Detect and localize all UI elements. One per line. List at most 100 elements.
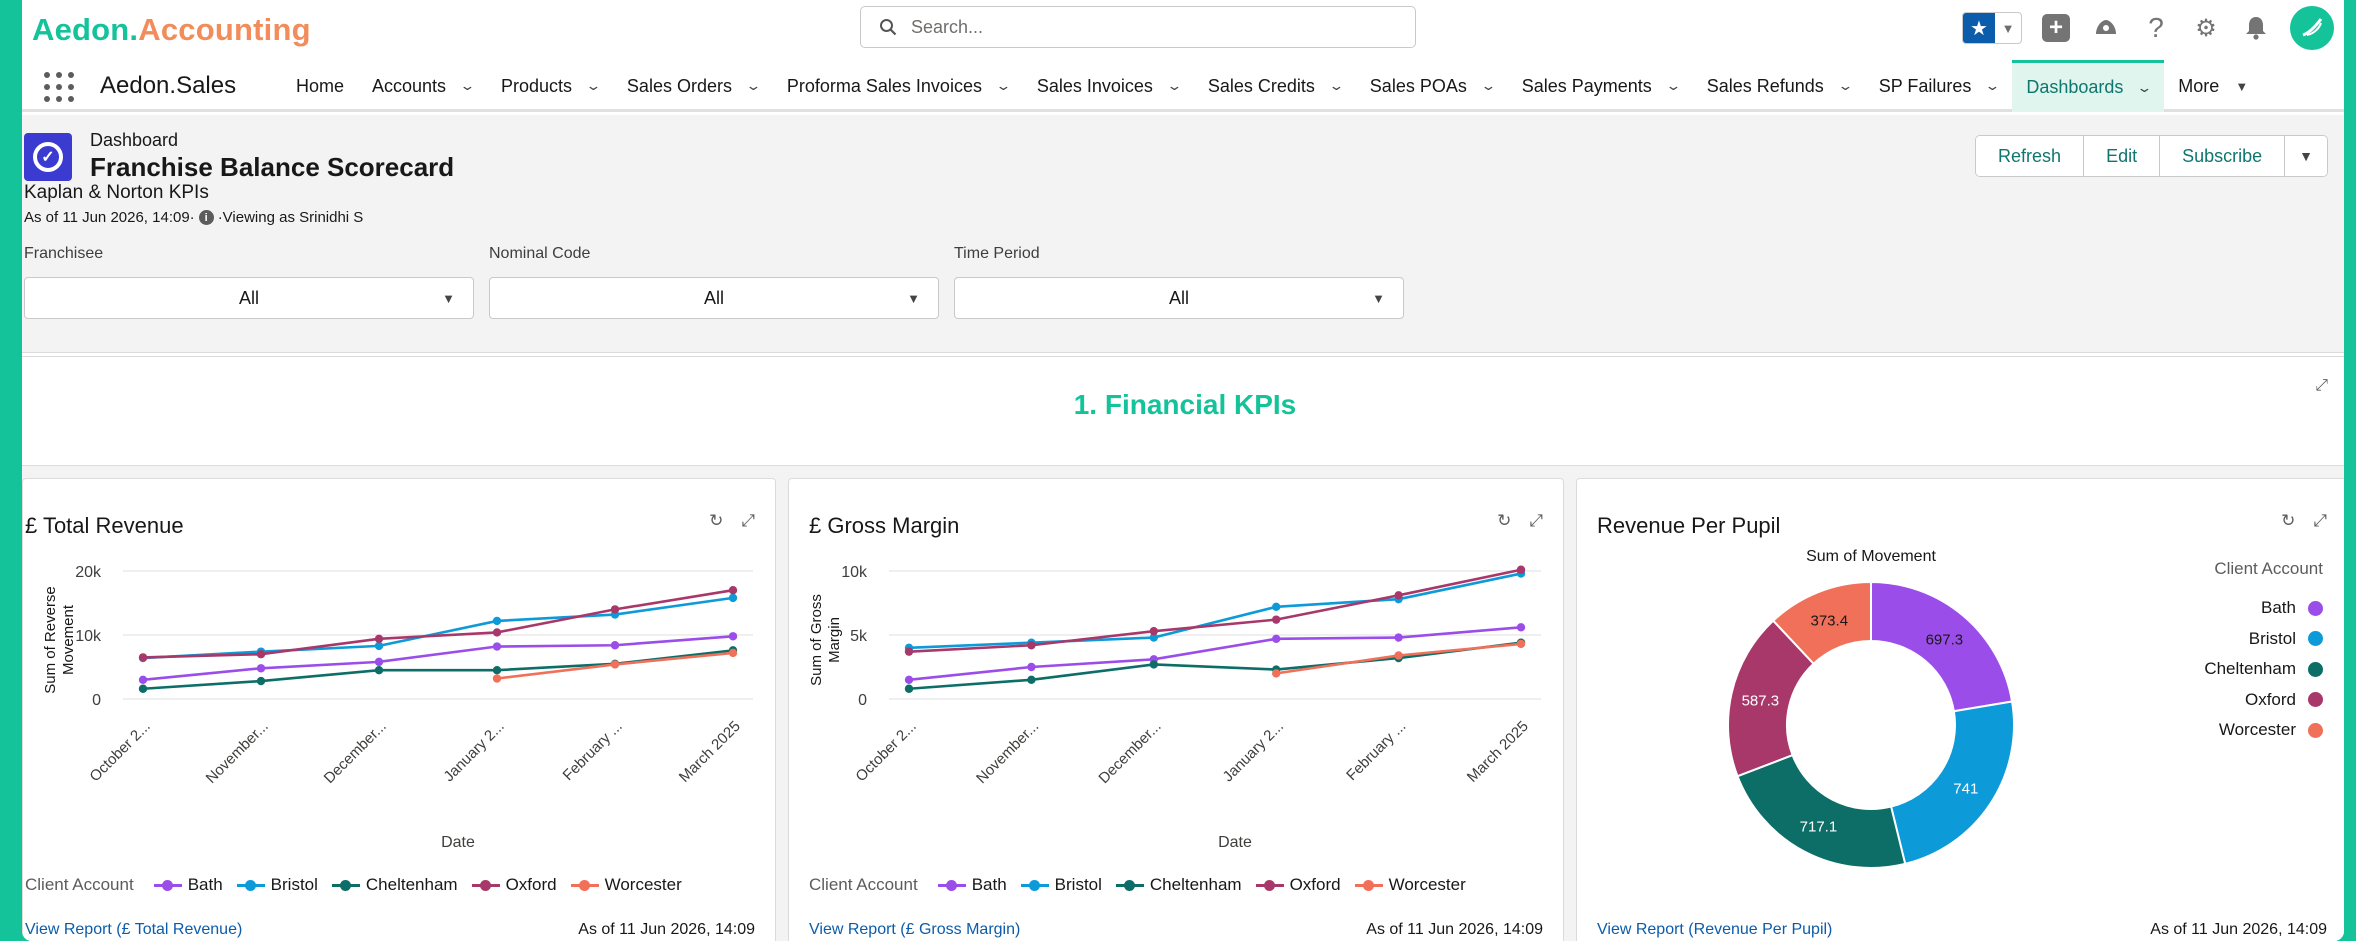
expand-icon[interactable]: ⤢ [741, 511, 755, 531]
legend-item-bath[interactable]: Bath [937, 875, 1007, 895]
brand-logo[interactable]: Aedon.Accounting [32, 12, 311, 48]
data-point-oxford[interactable] [1272, 615, 1281, 624]
data-point-cheltenham[interactable] [138, 684, 148, 693]
legend-item-oxford[interactable]: Oxford [1255, 875, 1341, 895]
data-point-oxford[interactable] [1516, 565, 1526, 574]
legend-item-bath[interactable]: Bath [2204, 593, 2323, 624]
refresh-icon[interactable]: ↻ [1497, 511, 1511, 531]
nav-tab-sales-payments[interactable]: Sales Payments ⌄ [1508, 60, 1693, 112]
data-point-cheltenham[interactable] [256, 676, 266, 686]
global-search[interactable]: Search... [860, 6, 1416, 48]
data-point-worcester[interactable] [1272, 669, 1281, 678]
filter-dropdown[interactable]: All ▼ [489, 277, 939, 319]
nav-tab-sp-failures[interactable]: SP Failures ⌄ [1865, 60, 2013, 112]
data-point-oxford[interactable] [374, 634, 384, 644]
chevron-down-icon[interactable]: ⌄ [2137, 80, 2153, 96]
data-point-worcester[interactable] [492, 674, 502, 683]
data-point-oxford[interactable] [492, 628, 502, 637]
data-point-oxford[interactable] [138, 653, 148, 662]
subscribe-button[interactable]: Subscribe [2160, 136, 2286, 176]
nav-tab-accounts[interactable]: Accounts ⌄ [358, 60, 487, 112]
data-point-bath[interactable] [374, 657, 384, 667]
user-avatar[interactable] [2290, 6, 2334, 50]
trailhead-icon[interactable] [2090, 12, 2122, 44]
legend-item-bristol[interactable]: Bristol [236, 875, 318, 895]
data-point-bath[interactable] [256, 664, 266, 673]
chevron-down-icon[interactable]: ⌄ [1328, 78, 1344, 94]
chevron-down-icon[interactable]: ⌄ [585, 78, 601, 94]
nav-more[interactable]: More ▼ [2164, 60, 2248, 112]
legend-item-bristol[interactable]: Bristol [2204, 624, 2323, 655]
filter-dropdown[interactable]: All ▼ [24, 277, 474, 319]
legend-item-cheltenham[interactable]: Cheltenham [2204, 654, 2323, 685]
chevron-down-icon[interactable]: ⌄ [1665, 78, 1681, 94]
legend-item-cheltenham[interactable]: Cheltenham [331, 875, 458, 895]
legend-item-oxford[interactable]: Oxford [2204, 685, 2323, 716]
setup-gear-icon[interactable]: ⚙ [2190, 12, 2222, 44]
nav-tab-sales-credits[interactable]: Sales Credits ⌄ [1194, 60, 1356, 112]
data-point-bath[interactable] [1394, 633, 1403, 642]
data-point-worcester[interactable] [610, 660, 620, 669]
nav-tab-dashboards[interactable]: Dashboards ⌄ [2012, 60, 2165, 112]
view-report-link[interactable]: View Report (Revenue Per Pupil) [1597, 921, 1832, 939]
data-point-bristol[interactable] [492, 616, 502, 626]
data-point-bristol[interactable] [1272, 602, 1281, 612]
data-point-cheltenham[interactable] [492, 666, 502, 675]
nav-tab-proforma-sales-invoices[interactable]: Proforma Sales Invoices ⌄ [773, 60, 1023, 112]
data-point-worcester[interactable] [1516, 639, 1526, 649]
info-icon[interactable]: i [198, 210, 214, 225]
refresh-button[interactable]: Refresh [1976, 136, 2085, 176]
view-report-link[interactable]: View Report (£ Total Revenue) [25, 921, 242, 939]
chevron-down-icon[interactable]: ⌄ [1480, 78, 1496, 94]
view-report-link[interactable]: View Report (£ Gross Margin) [809, 921, 1020, 939]
chevron-down-icon[interactable]: ⌄ [995, 78, 1011, 94]
data-point-bath[interactable] [492, 642, 502, 651]
data-point-oxford[interactable] [610, 605, 620, 614]
data-point-oxford[interactable] [256, 650, 266, 659]
nav-tab-sales-orders[interactable]: Sales Orders ⌄ [613, 60, 773, 112]
refresh-icon[interactable]: ↻ [2281, 511, 2295, 531]
chevron-down-icon[interactable]: ⌄ [1985, 78, 2001, 94]
nav-tab-sales-invoices[interactable]: Sales Invoices ⌄ [1023, 60, 1194, 112]
app-launcher-icon[interactable] [44, 72, 74, 102]
favorites-menu-chevron-icon[interactable]: ▼ [1995, 13, 2021, 43]
data-point-bath[interactable] [610, 641, 620, 650]
nav-tab-sales-refunds[interactable]: Sales Refunds ⌄ [1693, 60, 1865, 112]
nav-tab-home[interactable]: Home [282, 60, 358, 112]
legend-item-bath[interactable]: Bath [153, 875, 223, 895]
expand-icon[interactable]: ⤢ [1529, 511, 1543, 531]
data-point-bath[interactable] [138, 675, 148, 684]
expand-icon[interactable]: ⤢ [2313, 511, 2327, 531]
chevron-down-icon[interactable]: ⌄ [1837, 78, 1853, 94]
filter-dropdown[interactable]: All ▼ [954, 277, 1404, 319]
legend-item-bristol[interactable]: Bristol [1020, 875, 1102, 895]
expand-icon[interactable]: ⤢ [2315, 377, 2328, 395]
favorites-star-icon[interactable]: ★ [1963, 13, 1995, 43]
legend-item-worcester[interactable]: Worcester [2204, 715, 2323, 746]
legend-item-oxford[interactable]: Oxford [471, 875, 557, 895]
chevron-down-icon[interactable]: ⌄ [459, 78, 475, 94]
data-point-cheltenham[interactable] [374, 666, 384, 675]
global-actions-plus-icon[interactable]: + [2040, 12, 2072, 44]
data-point-oxford[interactable] [728, 586, 738, 595]
notifications-bell-icon[interactable] [2240, 12, 2272, 44]
edit-button[interactable]: Edit [2084, 136, 2161, 176]
data-point-cheltenham[interactable] [1149, 660, 1158, 669]
data-point-bath[interactable] [1272, 634, 1281, 644]
data-point-worcester[interactable] [1394, 651, 1403, 660]
legend-item-worcester[interactable]: Worcester [570, 875, 682, 895]
donut-slice-cheltenham[interactable] [1736, 753, 1907, 869]
data-point-oxford[interactable] [1149, 626, 1158, 636]
data-point-bath[interactable] [1027, 662, 1036, 672]
data-point-cheltenham[interactable] [904, 684, 914, 693]
nav-tab-products[interactable]: Products ⌄ [487, 60, 613, 112]
chevron-down-icon[interactable]: ⌄ [1166, 78, 1182, 94]
data-point-bristol[interactable] [728, 593, 738, 603]
data-point-oxford[interactable] [1027, 641, 1036, 650]
data-point-worcester[interactable] [728, 648, 738, 658]
data-point-cheltenham[interactable] [1027, 675, 1036, 684]
data-point-oxford[interactable] [1394, 591, 1403, 600]
data-point-bath[interactable] [904, 675, 914, 684]
more-actions-chevron-icon[interactable]: ▼ [2285, 136, 2327, 176]
nav-tab-sales-poas[interactable]: Sales POAs ⌄ [1356, 60, 1508, 112]
